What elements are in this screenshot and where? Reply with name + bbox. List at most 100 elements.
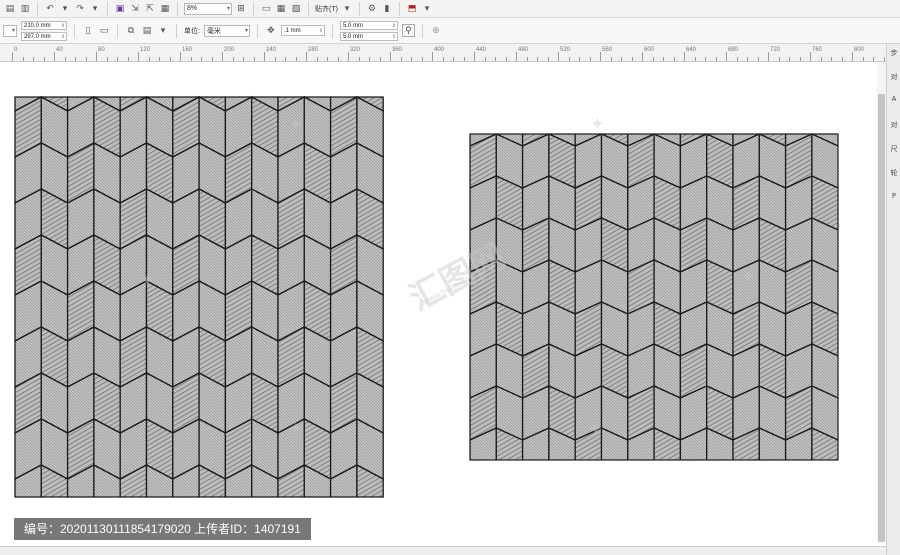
ruler-minor-tick [327, 57, 328, 61]
search-content-icon[interactable]: ▣ [114, 3, 126, 15]
docker-tab[interactable]: 对 [889, 72, 899, 82]
export-icon[interactable]: ⇱ [144, 3, 156, 15]
toolbar-separator [177, 1, 178, 16]
drawing-canvas[interactable]: 汇图网 www.huitu.com ✦ ✦ ✦ ✦ ✦ ✦ [0, 62, 877, 555]
spinner-icon[interactable]: ⇕ [60, 33, 66, 40]
ruler-label: 400 [434, 47, 445, 53]
page-width-value: 210.0 mm [24, 22, 51, 29]
ruler-minor-tick [537, 57, 538, 61]
docker-tab[interactable]: 对 [889, 120, 899, 130]
herringbone-square-pattern[interactable] [470, 92, 838, 524]
spinner-icon[interactable]: ⇕ [391, 33, 397, 40]
options-icon[interactable]: ⚙ [366, 3, 378, 15]
ruler-minor-tick [316, 57, 318, 61]
square-tile [496, 470, 522, 524]
square-tile [759, 470, 785, 524]
docker-tab[interactable]: A [889, 96, 899, 103]
publish-pdf-icon[interactable]: ▦ [159, 3, 171, 15]
ruler-minor-tick [778, 57, 780, 61]
current-page-icon[interactable]: ▤ [141, 25, 153, 37]
ruler-minor-tick [211, 57, 213, 61]
spinner-icon[interactable]: ⇕ [391, 22, 397, 29]
ruler-minor-tick [106, 57, 108, 61]
ruler-major-tick [390, 52, 391, 61]
spinner-icon[interactable]: ⇕ [318, 26, 324, 34]
toolbar-separator [74, 23, 75, 38]
all-pages-icon[interactable]: ⧉ [125, 25, 137, 37]
ruler-minor-tick [841, 57, 843, 61]
ruler-minor-tick [579, 57, 580, 61]
units-select[interactable]: 毫米 ▾ [203, 24, 250, 37]
ruler-minor-tick [43, 57, 45, 61]
redo-icon[interactable]: ↷ [74, 3, 86, 15]
page-height-field[interactable]: 297.0 mm ⇕ [21, 31, 67, 41]
color-styles-icon[interactable]: ⬒ [406, 3, 418, 15]
ruler-major-tick [558, 52, 559, 61]
duplicate-x-field[interactable]: 5.0 mm ⇕ [339, 20, 398, 30]
ruler-label: 80 [98, 47, 105, 53]
ruler-minor-tick [873, 57, 874, 61]
ruler-major-tick [810, 52, 811, 61]
chevron-down-icon[interactable]: ▾ [341, 3, 353, 15]
zoom-level-select[interactable]: 8% ▾ [184, 2, 232, 15]
page-size-select[interactable]: ▾ [3, 24, 17, 37]
herringbone-strips-pattern[interactable] [14, 95, 384, 498]
ruler-minor-tick [127, 57, 129, 61]
ruler-label: 560 [602, 47, 613, 53]
ruler-minor-tick [369, 57, 370, 61]
chevron-down-icon[interactable]: ▾ [157, 25, 169, 37]
ruler-label: 800 [854, 47, 865, 53]
landscape-icon[interactable]: ▭ [98, 25, 110, 37]
scrollbar-thumb[interactable] [878, 94, 885, 542]
show-grid-icon[interactable]: ▦ [275, 3, 287, 15]
ruler-minor-tick [442, 57, 444, 61]
toolbar-separator [256, 23, 258, 38]
horizontal-ruler[interactable]: 0 40 80 120 160 200 240 280 320 360 400 440 480 520 56… [0, 44, 886, 62]
vertical-scrollbar[interactable] [877, 62, 886, 542]
docker-tab[interactable]: 轮 [889, 168, 899, 178]
ruler-label: 760 [812, 47, 823, 53]
duplicate-x-value: 5.0 mm [342, 22, 363, 29]
application-launcher-icon[interactable]: ▮ [381, 3, 393, 15]
ruler-major-tick [306, 52, 307, 61]
redo-dropdown-icon[interactable]: ▾ [89, 3, 101, 15]
docker-tab[interactable]: 尺 [889, 144, 899, 154]
paste-icon[interactable]: ▥ [19, 3, 31, 15]
undo-dropdown-icon[interactable]: ▾ [59, 3, 71, 15]
ruler-minor-tick [883, 57, 885, 61]
ruler-label: 280 [308, 47, 319, 53]
ruler-major-tick [96, 52, 97, 61]
ruler-minor-tick [621, 57, 622, 61]
property-bar: ▾ 210.0 mm ⇕ 297.0 mm ⇕ ▯ ▭ ⧉ ▤ ▾ 单位: 毫米… [0, 18, 900, 44]
page-width-field[interactable]: 210.0 mm ⇕ [21, 20, 67, 30]
ruler-minor-tick [715, 57, 717, 61]
portrait-icon[interactable]: ▯ [82, 25, 94, 37]
snap-to-menu[interactable]: 贴齐(T) [315, 4, 338, 14]
add-icon[interactable]: ⊕ [430, 25, 442, 37]
ruler-minor-tick [400, 57, 402, 61]
ruler-label: 520 [560, 47, 571, 53]
image-info-bar: 编号：20201130111854179020 上传者ID：1407191 [14, 518, 311, 540]
ruler-minor-tick [64, 57, 66, 61]
duplicate-distance: 5.0 mm ⇕ 5.0 mm ⇕ [339, 20, 398, 41]
chevron-down-icon[interactable]: ▾ [421, 3, 433, 15]
show-rulers-icon[interactable]: ▭ [260, 3, 272, 15]
toolbar-separator [308, 1, 309, 16]
ruler-minor-tick [232, 57, 234, 61]
ruler-minor-tick [169, 57, 171, 61]
ruler-major-tick [222, 52, 223, 61]
ruler-minor-tick [22, 57, 24, 61]
clipboard-icon[interactable]: ▤ [4, 3, 16, 15]
full-screen-icon[interactable]: ⊞ [235, 3, 247, 15]
ruler-minor-tick [747, 57, 748, 61]
ruler-major-tick [138, 52, 139, 61]
spinner-icon[interactable]: ⇕ [60, 22, 66, 29]
docker-tab[interactable]: 步 [889, 48, 899, 58]
docker-tab[interactable]: ℙ [889, 192, 899, 200]
nudge-distance-field[interactable]: .1 mm ⇕ [280, 25, 325, 36]
import-icon[interactable]: ⇲ [129, 3, 141, 15]
options-dialog-icon[interactable]: ⚲ [401, 24, 415, 37]
undo-icon[interactable]: ↶ [44, 3, 56, 15]
duplicate-y-field[interactable]: 5.0 mm ⇕ [339, 31, 398, 41]
show-guides-icon[interactable]: ▧ [290, 3, 302, 15]
